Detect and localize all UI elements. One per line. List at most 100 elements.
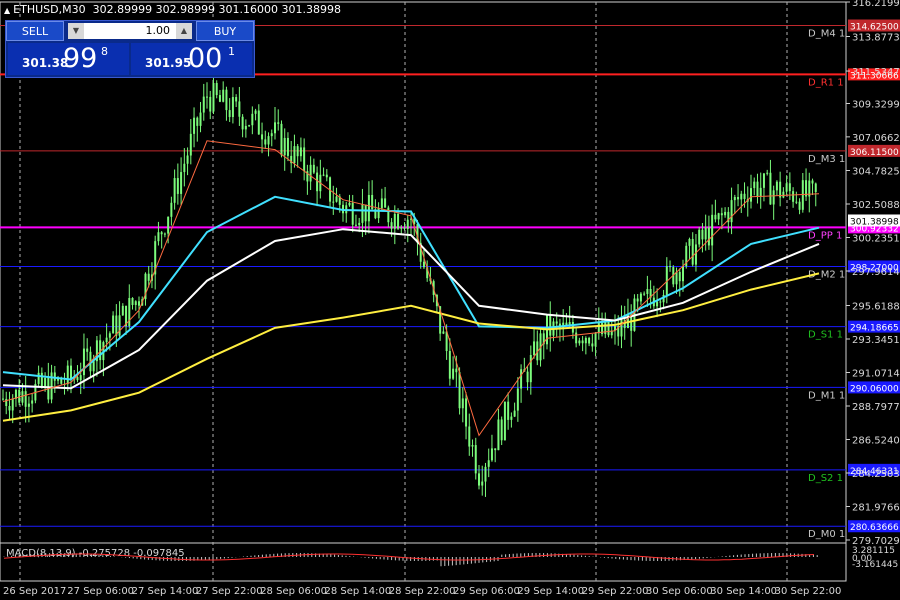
chart-canvas[interactable]: D_M4 1314.62500D_R1 1311.30666D_M3 1306.… [0, 0, 900, 600]
candle-body [656, 301, 659, 307]
candle-body [393, 213, 396, 229]
candle-body [659, 301, 662, 303]
candle-body [160, 232, 163, 235]
candle-body [170, 202, 173, 217]
level-name: D_PP 1 [808, 230, 842, 241]
lot-increase-icon[interactable]: ▲ [176, 23, 192, 39]
candle-body [510, 416, 513, 420]
candle-body [478, 473, 480, 486]
level-name: D_M3 1 [808, 154, 845, 165]
x-tick-label: 29 Sep 22:00 [582, 586, 649, 597]
candle-body [814, 183, 817, 192]
level-name: D_S1 1 [808, 330, 843, 341]
candle-body [2, 398, 4, 400]
y-tick-label: 286.52400 [852, 436, 900, 447]
candle-body [70, 365, 72, 380]
candle-body [40, 372, 43, 387]
y-tick-label: 297.96140 [852, 267, 900, 278]
candle-body [465, 398, 468, 427]
candle-body [643, 293, 646, 295]
candle-body [422, 261, 425, 268]
candle-body [53, 372, 56, 381]
x-tick-label: 30 Sep 14:00 [710, 586, 777, 597]
candle-body [724, 211, 727, 216]
buy-button[interactable]: BUY [196, 21, 254, 41]
candle-body [131, 298, 134, 306]
one-click-trade-panel: SELL ▼ 1.00 ▲ BUY 301.38 99 8 301.95 00 … [5, 20, 255, 78]
candle-body [121, 305, 124, 316]
x-tick-label: 28 Sep 22:00 [389, 586, 456, 597]
macd-label: MACD(8,13,9) -0.275728 -0.097845 [6, 548, 185, 559]
candle-body [222, 89, 225, 102]
candle-body [8, 405, 11, 411]
level-price-label: 290.06000 [850, 384, 899, 394]
candle-body [575, 332, 578, 344]
candle-body [717, 213, 720, 220]
candle-body [766, 172, 769, 174]
lot-size-field[interactable]: ▼ 1.00 ▲ [68, 23, 192, 39]
sell-quote[interactable]: 301.38 99 8 [8, 43, 129, 75]
candle-body [128, 298, 131, 327]
candle-body [549, 314, 552, 336]
candle-body [753, 181, 756, 189]
candle-body [206, 96, 208, 98]
candle-body [520, 369, 523, 389]
candle-body [312, 164, 315, 173]
y-tick-label: 295.61880 [852, 302, 900, 313]
candle-body [202, 96, 205, 113]
y-tick-label: 300.23510 [852, 234, 900, 245]
macd-tick-label: -3.161445 [852, 560, 898, 570]
collapse-triangle-icon[interactable]: ▲ [4, 6, 10, 15]
sell-button[interactable]: SELL [6, 21, 64, 41]
buy-quote[interactable]: 301.95 00 1 [131, 43, 252, 75]
y-tick-label: 304.78250 [852, 167, 900, 178]
x-tick-label: 26 Sep 2017 [3, 586, 66, 597]
candle-body [348, 202, 351, 206]
candle-body [351, 202, 354, 225]
candle-body [105, 337, 108, 343]
y-tick-label: 281.97660 [852, 503, 900, 514]
candle-body [720, 213, 723, 216]
level-price-label: 306.11500 [850, 148, 899, 158]
candle-body [775, 181, 778, 191]
candle-body [597, 322, 600, 334]
candle-body [358, 222, 361, 226]
y-tick-label: 291.07140 [852, 369, 900, 380]
candle-body [218, 95, 221, 102]
y-tick-label: 313.87730 [852, 33, 900, 44]
candle-body [448, 350, 451, 379]
candle-body [274, 122, 276, 134]
candle-body [707, 227, 710, 246]
candle-body [183, 163, 186, 173]
candle-body [555, 321, 558, 324]
x-tick-label: 29 Sep 06:00 [453, 586, 520, 597]
candle-body [44, 377, 47, 387]
level-price-label: 280.63666 [850, 523, 899, 533]
candle-body [750, 188, 752, 202]
level-name: D_M4 1 [808, 28, 845, 39]
lot-value: 1.00 [145, 24, 171, 37]
candle-body [798, 201, 801, 210]
candle-body [792, 191, 795, 202]
candle-body [762, 173, 765, 188]
x-tick-label: 28 Sep 06:00 [260, 586, 327, 597]
lot-decrease-icon[interactable]: ▼ [68, 23, 84, 39]
candle-body [316, 172, 319, 192]
candle-body [293, 146, 296, 164]
candle-body [701, 229, 704, 240]
candle-body [66, 365, 69, 385]
candle-body [490, 448, 493, 461]
candle-body [325, 174, 328, 178]
candle-body [484, 466, 487, 482]
candle-body [403, 227, 406, 229]
candle-body [332, 201, 335, 203]
candle-body [270, 133, 273, 137]
candle-body [526, 371, 529, 383]
candle-body [691, 238, 694, 265]
candle-body [788, 183, 791, 192]
sell-quote-big: 99 [63, 43, 98, 74]
candle-body [772, 190, 775, 205]
candle-body [361, 204, 364, 223]
candle-body [743, 193, 746, 200]
candle-body [811, 180, 814, 184]
